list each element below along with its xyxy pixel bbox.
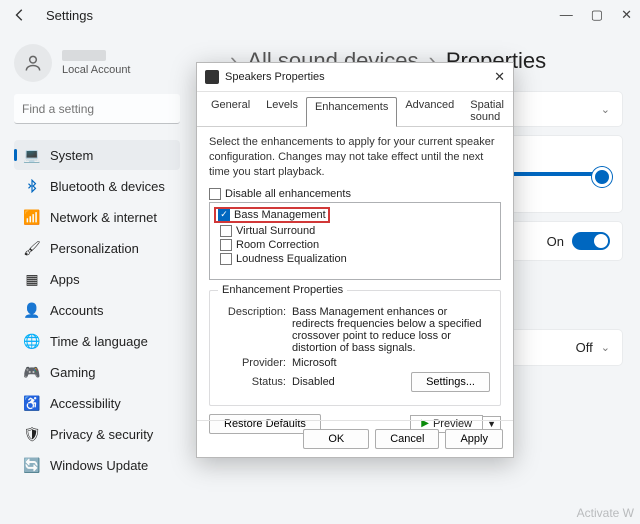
avatar-icon [14, 44, 52, 82]
sidebar-item-system[interactable]: 💻 System [14, 140, 180, 170]
bluetooth-devices-icon [24, 178, 40, 194]
sidebar-item-windows-update[interactable]: 🔄 Windows Update [14, 450, 180, 480]
prop-provider: Microsoft [292, 357, 337, 369]
sidebar-item-accounts[interactable]: 👤 Accounts [14, 295, 180, 325]
tab-general[interactable]: General [203, 96, 258, 126]
gaming-icon: 🎮 [24, 364, 40, 380]
account-name-redacted [62, 50, 106, 61]
chevron-down-icon: ⌄ [601, 341, 610, 354]
nav-label: Personalization [50, 241, 139, 256]
search-input[interactable] [14, 94, 180, 124]
nav-label: Accounts [50, 303, 103, 318]
enhancement-bass-management[interactable]: ✓Bass Management [214, 207, 500, 223]
nav-label: Bluetooth & devices [50, 179, 165, 194]
account-type: Local Account [62, 64, 131, 76]
maximize-button[interactable]: ▢ [591, 7, 603, 23]
tab-enhancements[interactable]: Enhancements [306, 97, 397, 127]
nav-label: Accessibility [50, 396, 121, 411]
nav-label: Windows Update [50, 458, 148, 473]
sidebar-item-apps[interactable]: ▦ Apps [14, 264, 180, 294]
nav-label: Gaming [50, 365, 96, 380]
nav-label: Network & internet [50, 210, 157, 225]
checkbox-icon[interactable]: ✓ [218, 209, 230, 221]
chevron-down-icon: ⌄ [601, 103, 610, 116]
sidebar-item-accessibility[interactable]: ♿ Accessibility [14, 388, 180, 418]
prop-status: Disabled [292, 376, 335, 388]
checkbox-icon[interactable] [209, 188, 221, 200]
tab-advanced[interactable]: Advanced [397, 96, 462, 126]
enhancement-room-correction[interactable]: Room Correction [214, 239, 500, 251]
minimize-button[interactable]: — [560, 7, 573, 23]
nav-label: Time & language [50, 334, 148, 349]
sidebar-item-privacy-security[interactable]: 🛡 Privacy & security [14, 419, 180, 449]
enhancement-properties-group: Enhancement Properties Description:Bass … [209, 290, 501, 406]
activate-watermark: Activate W [577, 506, 634, 520]
ok-button[interactable]: OK [303, 429, 369, 449]
system-icon: 💻 [24, 147, 40, 163]
back-button[interactable] [8, 3, 32, 27]
sidebar-item-bluetooth-devices[interactable]: Bluetooth & devices [14, 171, 180, 201]
accounts-icon: 👤 [24, 302, 40, 318]
disable-all-label: Disable all enhancements [225, 188, 351, 200]
windows-update-icon: 🔄 [24, 457, 40, 473]
time-language-icon: 🌐 [24, 333, 40, 349]
toggle-off-label: Off [576, 340, 593, 355]
accessibility-icon: ♿ [24, 395, 40, 411]
apps-icon: ▦ [24, 271, 40, 287]
cancel-button[interactable]: Cancel [375, 429, 439, 449]
speaker-icon [205, 70, 219, 84]
dialog-close-button[interactable]: ✕ [494, 69, 505, 85]
enhancement-list: ✓Bass Management Virtual Surround Room Cor… [209, 202, 501, 280]
nav-label: System [50, 148, 93, 163]
enhancement-loudness-equalization[interactable]: Loudness Equalization [214, 253, 500, 265]
toggle-on-label: On [547, 234, 564, 249]
account-block[interactable]: Local Account [14, 44, 180, 82]
dialog-title: Speakers Properties [225, 71, 325, 83]
personalization-icon: 🖌 [24, 240, 40, 256]
sidebar-item-time-language[interactable]: 🌐 Time & language [14, 326, 180, 356]
checkbox-icon[interactable] [220, 253, 232, 265]
privacy-security-icon: 🛡 [24, 426, 40, 442]
sidebar-item-network-internet[interactable]: 📶 Network & internet [14, 202, 180, 232]
network-internet-icon: 📶 [24, 209, 40, 225]
close-button[interactable]: ✕ [621, 7, 632, 23]
checkbox-icon[interactable] [220, 225, 232, 237]
apply-button[interactable]: Apply [445, 429, 503, 449]
dialog-description: Select the enhancements to apply for you… [209, 135, 501, 180]
dialog-tabs: GeneralLevelsEnhancementsAdvancedSpatial… [197, 92, 513, 127]
disable-all-checkbox-row[interactable]: Disable all enhancements [209, 188, 501, 200]
tab-levels[interactable]: Levels [258, 96, 306, 126]
nav-label: Apps [50, 272, 80, 287]
group-title: Enhancement Properties [218, 284, 347, 296]
sidebar-item-personalization[interactable]: 🖌 Personalization [14, 233, 180, 263]
window-title: Settings [46, 8, 93, 23]
toggle-on[interactable] [572, 232, 610, 250]
enhancement-virtual-surround[interactable]: Virtual Surround [214, 225, 500, 237]
prop-description: Bass Management enhances or redirects fr… [292, 306, 490, 354]
nav-label: Privacy & security [50, 427, 153, 442]
sidebar-item-gaming[interactable]: 🎮 Gaming [14, 357, 180, 387]
settings-button[interactable]: Settings... [411, 372, 490, 392]
tab-spatial-sound[interactable]: Spatial sound [462, 96, 512, 126]
checkbox-icon[interactable] [220, 239, 232, 251]
speakers-properties-dialog: Speakers Properties ✕ GeneralLevelsEnhan… [196, 62, 514, 458]
sidebar: Local Account 💻 System Bluetooth & devices… [0, 30, 190, 524]
